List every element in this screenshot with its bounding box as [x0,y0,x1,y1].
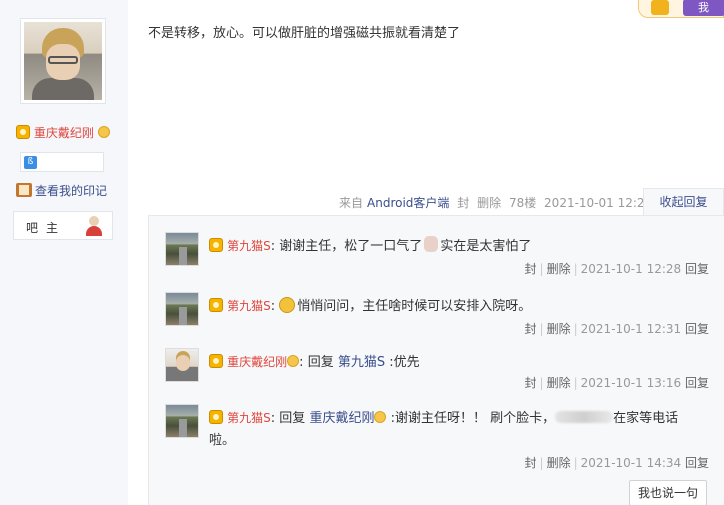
source-link[interactable]: Android客户端 [367,196,449,210]
imprint-link[interactable]: 查看我的印记 [35,184,107,198]
reply-seal-link[interactable]: 封 [525,262,537,276]
reply-time: 2021-10-1 12:31 [580,322,682,336]
member-badge-icon [209,354,223,368]
role-label: 吧主 [26,221,67,235]
user-level-box[interactable]: ß [20,152,104,172]
reply-delete-link[interactable]: 删除 [547,262,571,276]
reply-body: 啦。 [209,433,236,448]
ghost-emoji-icon [424,236,439,252]
reply-text: 重庆戴纪刚: 回复 第九猫S :优先 [209,351,709,374]
seal-link[interactable]: 封 [457,196,469,210]
reply-delete-link[interactable]: 删除 [547,376,571,390]
member-badge-icon [209,298,223,312]
crown-icon [651,0,669,15]
smiley-icon [287,355,300,367]
reply-prefix: 回复 [307,355,334,370]
user-sidebar: 重庆戴纪刚 ß 查看我的印记 吧主 [0,0,128,505]
reply-item: 第九猫S: 回复 重庆戴纪刚 :谢谢主任呀！！ 刷个脸卡， 在家等电话 啦。 封 |… [165,404,711,470]
reply-prefix: 回复 [279,411,306,426]
reply-reply-link[interactable]: 回复 [685,376,709,390]
reply-body: 在家等电话 [613,411,679,426]
reply-body: 谢谢主任，松了一口气了 [279,239,423,254]
smiley-icon [97,126,110,138]
reply-target-link[interactable]: 第九猫S [338,355,385,370]
reply-body: :谢谢主任呀！！ 刷个脸卡， [390,411,556,426]
reply-text: 第九猫S: 悄悄问问，主任啥时候可以安排入院呀。 [209,295,709,318]
reply-meta: 封 | 删除 | 2021-10-1 12:28 回复 [524,262,709,276]
reply-reply-link[interactable]: 回复 [685,456,709,470]
reply-text: 第九猫S: 回复 重庆戴纪刚 :谢谢主任呀！！ 刷个脸卡， 在家等电话 啦。 [209,407,709,452]
user-avatar[interactable] [20,18,106,104]
reply-target-link[interactable]: 重庆戴纪刚 [309,411,374,426]
reply-reply-link[interactable]: 回复 [685,262,709,276]
top-badge: 我 [638,0,724,18]
reply-username[interactable]: 第九猫S [227,411,271,425]
source-prefix: 来自 [339,196,364,210]
post-meta: 来自 Android客户端 封 删除 78楼 2021-10-01 12:25 [339,194,656,211]
reply-body: :优先 [389,355,420,370]
reply-seal-link[interactable]: 封 [525,376,537,390]
reply-time: 2021-10-1 13:16 [580,376,682,390]
imprint-book-icon [16,183,32,197]
reply-username[interactable]: 第九猫S [227,239,271,253]
reply-panel: 第九猫S: 谢谢主任，松了一口气了 实在是太害怕了 封 | 删除 | 2021-10-1 … [148,215,724,505]
avatar-image [24,22,102,100]
reply-seal-link[interactable]: 封 [525,456,537,470]
reply-avatar[interactable] [165,292,199,326]
reply-time: 2021-10-1 12:28 [580,262,682,276]
imprint-row: 查看我的印记 [16,182,107,199]
level-icon: ß [24,156,37,169]
reply-delete-link[interactable]: 删除 [547,456,571,470]
wink-emoji-icon [279,297,296,313]
reply-text: 第九猫S: 谢谢主任，松了一口气了 实在是太害怕了 [209,235,709,258]
name-separator: : [299,355,304,370]
reply-item: 第九猫S: 谢谢主任，松了一口气了 实在是太害怕了 封 | 删除 | 2021-10-1 … [165,232,711,288]
member-badge-icon [16,125,30,139]
reply-time: 2021-10-1 14:34 [580,456,682,470]
post-content: 不是转移，放心。可以做肝脏的增强磁共振就看清楚了 [148,26,461,41]
floor-number: 78楼 [508,196,537,210]
collapse-replies-button[interactable]: 收起回复 [643,188,724,216]
reply-avatar[interactable] [165,232,199,266]
reply-item: 第九猫S: 悄悄问问，主任啥时候可以安排入院呀。 封 | 删除 | 2021-10-1 … [165,292,711,348]
reply-body: 悄悄问问，主任啥时候可以安排入院呀。 [297,299,532,314]
bazhu-avatar-icon [84,216,104,236]
name-separator: : [270,411,276,426]
reply-meta: 封 | 删除 | 2021-10-1 12:31 回复 [524,322,709,336]
member-badge-icon [209,238,223,252]
reply-item: 重庆戴纪刚: 回复 第九猫S :优先 封 | 删除 | 2021-10-1 13:16 … [165,348,711,404]
post-time: 2021-10-01 12:25 [544,196,653,210]
user-name-link[interactable]: 重庆戴纪刚 [34,126,94,140]
top-badge-label[interactable]: 我 [683,0,724,16]
reply-meta: 封 | 删除 | 2021-10-1 14:34 回复 [524,456,709,470]
delete-link[interactable]: 删除 [477,196,501,210]
reply-seal-link[interactable]: 封 [525,322,537,336]
member-badge-icon [209,410,223,424]
reply-reply-link[interactable]: 回复 [685,322,709,336]
reply-meta: 封 | 删除 | 2021-10-1 13:16 回复 [524,376,709,390]
smiley-icon [374,411,387,423]
reply-username[interactable]: 重庆戴纪刚 [227,355,287,369]
name-separator: : [270,299,276,314]
reply-username[interactable]: 第九猫S [227,299,271,313]
redacted-blur [555,411,614,423]
reply-avatar[interactable] [165,404,199,438]
say-something-button[interactable]: 我也说一句 [629,480,707,505]
reply-delete-link[interactable]: 删除 [547,322,571,336]
reply-avatar[interactable] [165,348,199,382]
name-separator: : [270,239,276,254]
user-name-row: 重庆戴纪刚 [16,124,110,141]
post-source: 来自 Android客户端 [339,196,449,210]
reply-body: 实在是太害怕了 [440,239,532,254]
role-box: 吧主 [13,211,113,240]
